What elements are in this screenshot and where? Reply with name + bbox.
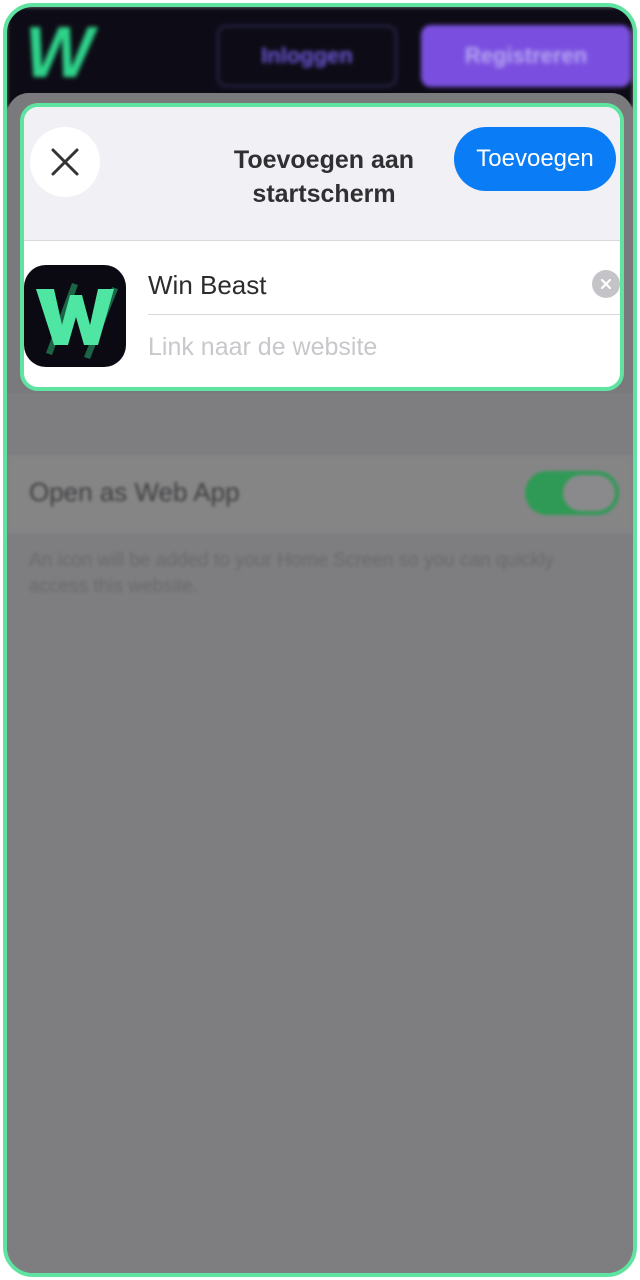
dialog-header: Toevoegen aan startscherm Toevoegen (24, 107, 620, 241)
site-logo: W (25, 13, 93, 93)
w-logo-icon (36, 283, 118, 359)
device-frame: W Inloggen Registreren Open as Web App A… (3, 3, 637, 1277)
web-app-description: An icon will be added to your Home Scree… (29, 550, 554, 597)
dialog-title-line1: Toevoegen aan (233, 146, 415, 174)
web-app-label: Open as Web App (29, 477, 240, 507)
close-button[interactable] (30, 127, 100, 197)
dialog-title-line2: startscherm (252, 180, 396, 208)
win-beast-app-icon (24, 265, 126, 367)
dialog-title: Toevoegen aan startscherm (204, 143, 444, 211)
add-to-home-dialog: Toevoegen aan startscherm Toevoegen (20, 103, 624, 391)
clear-name-button[interactable] (592, 270, 620, 298)
web-app-toggle[interactable] (525, 471, 619, 515)
web-app-toggle-row[interactable]: Open as Web App (7, 455, 633, 533)
toggle-knob (563, 475, 615, 511)
website-header: W Inloggen Registreren (7, 7, 633, 107)
register-button[interactable]: Registreren (421, 25, 631, 87)
add-button[interactable]: Toevoegen (454, 127, 616, 191)
app-name-input[interactable] (148, 257, 588, 313)
clear-icon (600, 278, 612, 290)
field-divider (148, 314, 620, 315)
close-icon (51, 148, 79, 176)
website-url-input[interactable] (148, 319, 618, 375)
login-button[interactable]: Inloggen (217, 25, 397, 87)
